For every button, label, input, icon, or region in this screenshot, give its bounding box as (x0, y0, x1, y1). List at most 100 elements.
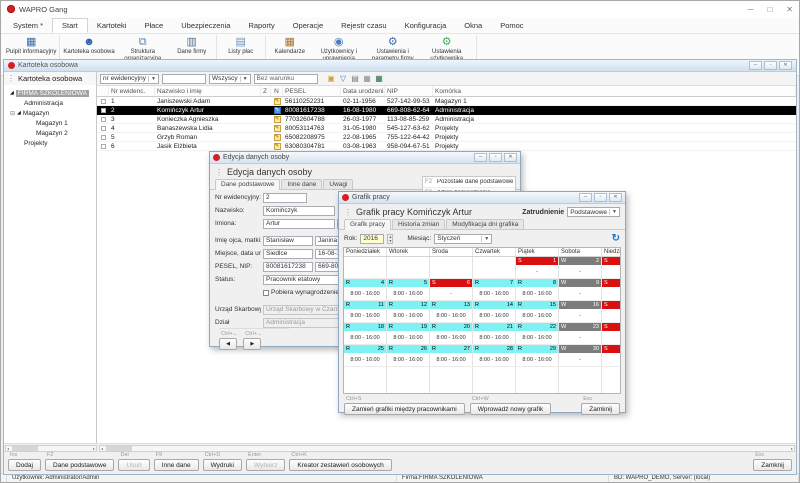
menu-tab-okna[interactable]: Okna (455, 19, 491, 32)
filter-field-combo[interactable]: nr ewidencyjny ▼ (100, 74, 159, 84)
minimize-icon[interactable]: ─ (748, 5, 754, 14)
row-checkbox[interactable] (101, 126, 106, 131)
tree-item-magazyn[interactable]: ⊟◢Magazyn (4, 108, 96, 118)
field-nazwisko[interactable]: Komińczyk (263, 206, 335, 216)
edit-note-icon[interactable]: ✎ (274, 134, 281, 141)
calendar-day-27[interactable]: R278:00 - 16:00 (430, 345, 473, 366)
column-header-n[interactable]: N (271, 86, 283, 96)
menu-tab-start[interactable]: Start (52, 18, 88, 33)
calendar-day-21[interactable]: R218:00 - 16:00 (473, 323, 516, 344)
calendar-day-empty[interactable] (430, 257, 473, 278)
dialog-maximize-icon[interactable]: ▫ (594, 193, 607, 202)
column-header-komorka[interactable]: Komórka (433, 86, 796, 96)
dialog-close-icon[interactable]: ✕ (609, 193, 622, 202)
field-pesel-nip[interactable]: 80081617238 (263, 262, 313, 272)
child-close-icon[interactable]: ✕ (779, 61, 792, 70)
calendar-day-31[interactable]: S31- (602, 345, 621, 366)
field-imiona[interactable]: Artur (263, 219, 335, 229)
row-checkbox[interactable] (101, 135, 106, 140)
edit-tab-uwagi[interactable]: Uwagi (323, 179, 353, 189)
collapse-box-icon[interactable]: ⊟ (10, 110, 15, 117)
tree-hscrollbar[interactable]: ◂▸ (5, 445, 97, 452)
table-hscrollbar[interactable]: ◂▸ (99, 445, 795, 452)
button-dane-podstawowe[interactable]: Dane podstawowe (45, 459, 114, 471)
calendar-day-14[interactable]: R148:00 - 16:00 (473, 301, 516, 322)
edit-tab-inne-dane[interactable]: Inne dane (281, 179, 322, 189)
calendar-day-22[interactable]: R228:00 - 16:00 (516, 323, 559, 344)
child-minimize-icon[interactable]: ─ (749, 61, 762, 70)
expander-icon[interactable]: ◢ (17, 110, 21, 116)
calendar-day-24[interactable]: S24- (602, 323, 621, 344)
print-icon[interactable]: ▦ (363, 74, 372, 83)
calendar-day-12[interactable]: R128:00 - 16:00 (387, 301, 430, 322)
row-checkbox[interactable] (101, 117, 106, 122)
calendar-day-7[interactable]: R78:00 - 16:00 (473, 279, 516, 300)
calendar-day-4[interactable]: R48:00 - 16:00 (344, 279, 387, 300)
menu-tab-kartoteki[interactable]: Kartoteki (88, 19, 136, 32)
refresh-icon[interactable]: ↻ (612, 233, 620, 244)
search-input[interactable] (162, 74, 206, 84)
column-header-pesel[interactable]: PESEL (283, 86, 341, 96)
open-folder-icon[interactable]: ▣ (327, 74, 336, 83)
edit-note-icon[interactable]: ✎ (274, 116, 281, 123)
month-combo[interactable]: Styczeń ▼ (434, 234, 492, 244)
maximize-icon[interactable]: □ (767, 5, 772, 14)
button-inne-dane[interactable]: Inne dane (154, 459, 199, 471)
ribbon-button-listy-plac[interactable]: ▤Listy płac (220, 35, 262, 56)
calendar-day-2[interactable]: W2- (559, 257, 602, 278)
table-row[interactable]: 1Janiszewski Adam✎5611025223102-11-19565… (97, 97, 796, 106)
excel-export-icon[interactable]: ▦ (375, 74, 384, 83)
calendar-day-empty[interactable] (344, 367, 387, 393)
calendar-day-6[interactable]: S6- (430, 279, 473, 300)
child-restore-icon[interactable]: ▫ (764, 61, 777, 70)
table-row[interactable]: 5Grzyb Roman✎6508220897522-08-1965755-12… (97, 133, 796, 142)
field-miejsce-data-ur[interactable]: Siedlce (263, 249, 313, 259)
button-zamknij[interactable]: Zamknij (581, 403, 620, 415)
calendar-day-18[interactable]: R188:00 - 16:00 (344, 323, 387, 344)
edit-note-icon[interactable]: ✎ (274, 143, 281, 150)
calendar-day-9[interactable]: W9- (559, 279, 602, 300)
salary-fund-checkbox[interactable] (263, 290, 269, 296)
schedule-tab-historia-zmian[interactable]: Historia zmian (392, 219, 445, 229)
schedule-tab-grafik-pracy[interactable]: Grafik pracy (344, 219, 391, 230)
table-row[interactable]: 2Komińczyk Artur✎8008161723816-08-198066… (97, 106, 796, 115)
tree-item-firma-szkoleniowa[interactable]: ◢FIRMA SZKOLENIOWA (4, 88, 96, 98)
tree-item-magazyn-1[interactable]: Magazyn 1 (4, 118, 96, 128)
calendar-day-empty[interactable] (387, 367, 430, 393)
dialog-minimize-icon[interactable]: ─ (579, 193, 592, 202)
menu-tab-raporty[interactable]: Raporty (239, 19, 283, 32)
year-spinner[interactable]: 2016 (360, 234, 384, 244)
spinner-arrows-icon[interactable]: ▴▾ (387, 234, 393, 244)
button-wprowadz-nowy-grafik[interactable]: Wprowadź nowy grafik (470, 403, 551, 415)
button-zamknij[interactable]: Zamknij (753, 459, 792, 471)
calendar-day-empty[interactable] (344, 257, 387, 278)
menu-tab-pomoc[interactable]: Pomoc (491, 19, 532, 32)
calendar-day-8[interactable]: R88:00 - 16:00 (516, 279, 559, 300)
column-header-z[interactable]: Z (261, 86, 271, 96)
calendar-day-empty[interactable] (473, 367, 516, 393)
filter-condition-input[interactable]: Bez warunku (254, 74, 318, 84)
field-nr-ewidencyjny[interactable]: 2 (263, 193, 307, 203)
calendar-day-empty[interactable] (430, 367, 473, 393)
prev-person-button[interactable]: ◀ (219, 338, 237, 350)
edit-grid-icon[interactable]: ▤ (351, 74, 360, 83)
dialog-close-icon[interactable]: ✕ (504, 153, 517, 162)
filter-funnel-icon[interactable]: ▽ (339, 74, 348, 83)
calendar-day-26[interactable]: R268:00 - 16:00 (387, 345, 430, 366)
column-header-nip[interactable]: NIP (385, 86, 433, 96)
calendar-day-empty[interactable] (387, 257, 430, 278)
dialog-maximize-icon[interactable]: ▫ (489, 153, 502, 162)
calendar-day-empty[interactable] (559, 367, 602, 393)
field-imie-ojca-matki[interactable]: Stanisław (263, 236, 313, 246)
calendar-day-10[interactable]: S10- (602, 279, 621, 300)
button-zamien-grafiki-miedzy-pracownikami[interactable]: Zamień grafiki między pracownikami (344, 403, 465, 415)
menu-tab-place[interactable]: Płace (135, 19, 172, 32)
column-header-data-urodzenia[interactable]: Data urodzenia (341, 86, 385, 96)
menu-tab-konfiguracja[interactable]: Konfiguracja (396, 19, 456, 32)
calendar-day-29[interactable]: R298:00 - 16:00 (516, 345, 559, 366)
button-wydruki[interactable]: Wydruki (203, 459, 242, 471)
menu-tab-operacje[interactable]: Operacje (284, 19, 332, 32)
calendar-day-empty[interactable] (602, 367, 621, 393)
employment-combo[interactable]: Podstawowe ▼ (567, 207, 620, 217)
schedule-tab-modyfikacja-dni-grafika[interactable]: Modyfikacja dni grafika (446, 219, 524, 229)
